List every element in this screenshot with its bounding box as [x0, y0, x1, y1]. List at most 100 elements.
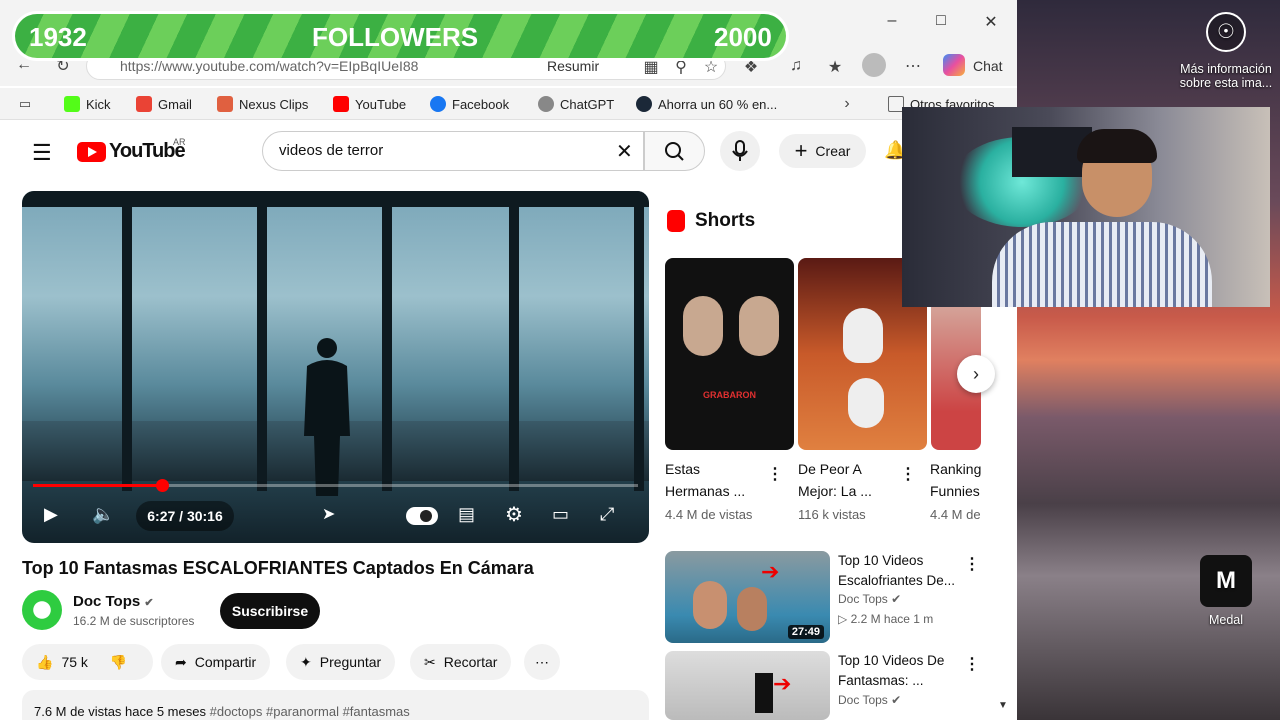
- description-tags[interactable]: #doctops #paranormal #fantasmas: [210, 704, 410, 719]
- autoplay-toggle[interactable]: [406, 507, 438, 525]
- youtube-logo[interactable]: YouTube: [77, 140, 186, 163]
- description-stats: 7.6 M de vistas hace 5 meses: [34, 704, 206, 719]
- recommended-menu-icon[interactable]: ⋮: [964, 554, 980, 574]
- search-input[interactable]: videos de terror: [279, 142, 383, 159]
- chatgpt-icon: [538, 96, 554, 112]
- minimize-button[interactable]: –: [880, 12, 904, 32]
- volume-icon[interactable]: 🔈: [92, 504, 114, 525]
- short-thumbnail[interactable]: GRABARON: [665, 258, 794, 450]
- youtube-icon: [333, 96, 349, 112]
- channel-avatar[interactable]: [22, 590, 62, 630]
- browser-window: – □ ✕ ← ↻ https://www.youtube.com/watch?…: [0, 0, 1017, 720]
- bookmark-nexus-clips[interactable]: Nexus Clips: [217, 96, 308, 112]
- theater-mode-icon[interactable]: ▭: [552, 504, 569, 525]
- subtitles-icon[interactable]: ▤: [458, 504, 475, 525]
- recommended-channel[interactable]: Doc Tops ✔: [838, 592, 901, 606]
- play-icon[interactable]: ▶: [44, 504, 58, 525]
- plus-icon: +: [794, 138, 808, 163]
- video-title: Top 10 Fantasmas ESCALOFRIANTES Captados…: [22, 558, 534, 578]
- verified-icon: ✔: [891, 693, 902, 707]
- face: [693, 581, 727, 629]
- shorts-next-button[interactable]: ›: [957, 355, 995, 393]
- hamburger-menu-icon[interactable]: ☰: [32, 140, 52, 166]
- like-icon[interactable]: 👍: [36, 654, 53, 671]
- progress-bar[interactable]: [33, 479, 638, 492]
- red-arrow-icon: ➔: [773, 671, 792, 696]
- short-menu-icon[interactable]: ⋮: [900, 464, 916, 484]
- chevron-right-icon: ›: [973, 363, 979, 384]
- scroll-down-icon[interactable]: ▼: [998, 700, 1008, 711]
- bookmark-gmail[interactable]: Gmail: [136, 96, 192, 112]
- favorites-icon[interactable]: ★: [824, 57, 846, 77]
- recommended-thumbnail[interactable]: ➔: [665, 651, 830, 720]
- channel-name[interactable]: Doc Tops ✔: [73, 593, 154, 610]
- shorts-icon: [667, 210, 685, 232]
- clear-search-icon[interactable]: ✕: [616, 139, 633, 164]
- duration-badge: 27:49: [787, 625, 824, 639]
- short-title[interactable]: Estas Hermanas ...: [665, 458, 765, 502]
- striped-shirt: [992, 222, 1212, 307]
- create-button[interactable]: + Crear: [779, 134, 866, 168]
- ghostface-mask: [843, 308, 883, 363]
- bookmark-steam[interactable]: Ahorra un 60 % en...: [636, 96, 777, 112]
- search-button[interactable]: [644, 131, 705, 171]
- fullscreen-icon[interactable]: ⤢: [600, 504, 614, 525]
- scrubber-handle[interactable]: [155, 479, 169, 492]
- more-menu-icon[interactable]: ⋯: [902, 56, 924, 76]
- bookmarks-more-chevron-icon[interactable]: ›: [836, 95, 858, 113]
- youtube-logo-icon: [77, 141, 106, 162]
- more-actions-button[interactable]: ⋯: [524, 644, 560, 680]
- settings-gear-icon[interactable]: ⚙: [505, 502, 523, 527]
- gmail-icon: [136, 96, 152, 112]
- short-thumb-text: GRABARON: [703, 390, 756, 400]
- short-title[interactable]: Ranking Funnies: [930, 458, 982, 502]
- profile-avatar[interactable]: [862, 53, 886, 77]
- tab-actions-icon[interactable]: ▭: [14, 96, 36, 112]
- short-views: 4.4 M de: [930, 507, 981, 522]
- share-button[interactable]: ➦ Compartir: [161, 644, 271, 680]
- subscriber-count: 16.2 M de suscriptores: [73, 614, 195, 628]
- desktop-info-shortcut[interactable]: ☉ Más información sobre esta ima...: [1172, 12, 1280, 90]
- recommended-menu-icon[interactable]: ⋮: [964, 654, 980, 674]
- dislike-icon[interactable]: 👎: [110, 654, 127, 671]
- dark-doorway: [755, 673, 773, 713]
- recommended-title[interactable]: Top 10 Videos De Fantasmas: ...: [838, 651, 963, 691]
- recommended-title[interactable]: Top 10 Videos Escalofriantes De...: [838, 551, 963, 591]
- progress-fill: [33, 484, 162, 487]
- maximize-button[interactable]: □: [929, 12, 953, 32]
- ask-button[interactable]: ✦ Preguntar: [286, 644, 396, 680]
- followers-goal-bar: 1932 FOLLOWERS 2000: [12, 11, 789, 61]
- shorts-header: Shorts: [667, 210, 755, 232]
- facebook-icon: [430, 96, 446, 112]
- short-views: 116 k vistas: [798, 507, 866, 522]
- followers-current: 1932: [29, 22, 87, 52]
- desktop-medal-shortcut[interactable]: M Medal: [1195, 555, 1257, 627]
- bookmark-chatgpt[interactable]: ChatGPT: [538, 96, 614, 112]
- bookmark-facebook[interactable]: Facebook: [430, 96, 509, 112]
- red-arrow-icon: ➔: [761, 559, 780, 584]
- video-player[interactable]: [22, 191, 649, 543]
- sparkle-icon: ✦: [300, 653, 312, 670]
- copilot-icon[interactable]: [943, 54, 965, 76]
- person-hair: [1077, 129, 1157, 163]
- recommended-channel[interactable]: Doc Tops ✔: [838, 693, 901, 707]
- time-display: 6:27 / 30:16: [136, 501, 234, 531]
- music-icon[interactable]: ♫: [785, 57, 807, 75]
- bookmark-youtube[interactable]: YouTube: [333, 96, 406, 112]
- bookmark-kick[interactable]: Kick: [64, 96, 111, 112]
- description-box[interactable]: 7.6 M de vistas hace 5 meses #doctops #p…: [22, 690, 649, 720]
- like-count[interactable]: 75 k: [61, 654, 87, 670]
- medal-icon: M: [1200, 555, 1252, 607]
- clip-button[interactable]: ✂ Recortar: [410, 644, 512, 680]
- subscribe-button[interactable]: Suscribirse: [220, 593, 320, 629]
- search-icon: [665, 142, 684, 161]
- chat-button[interactable]: Chat: [973, 58, 1003, 74]
- steam-icon: [636, 96, 652, 112]
- short-title[interactable]: De Peor A Mejor: La ...: [798, 458, 898, 502]
- close-window-button[interactable]: ✕: [979, 12, 1003, 32]
- voice-search-button[interactable]: [720, 131, 760, 171]
- short-menu-icon[interactable]: ⋮: [767, 464, 783, 484]
- recommended-thumbnail[interactable]: ➔ 27:49: [665, 551, 830, 643]
- webcam-overlay: [902, 107, 1270, 307]
- mouse-cursor-icon: ➤: [322, 506, 336, 523]
